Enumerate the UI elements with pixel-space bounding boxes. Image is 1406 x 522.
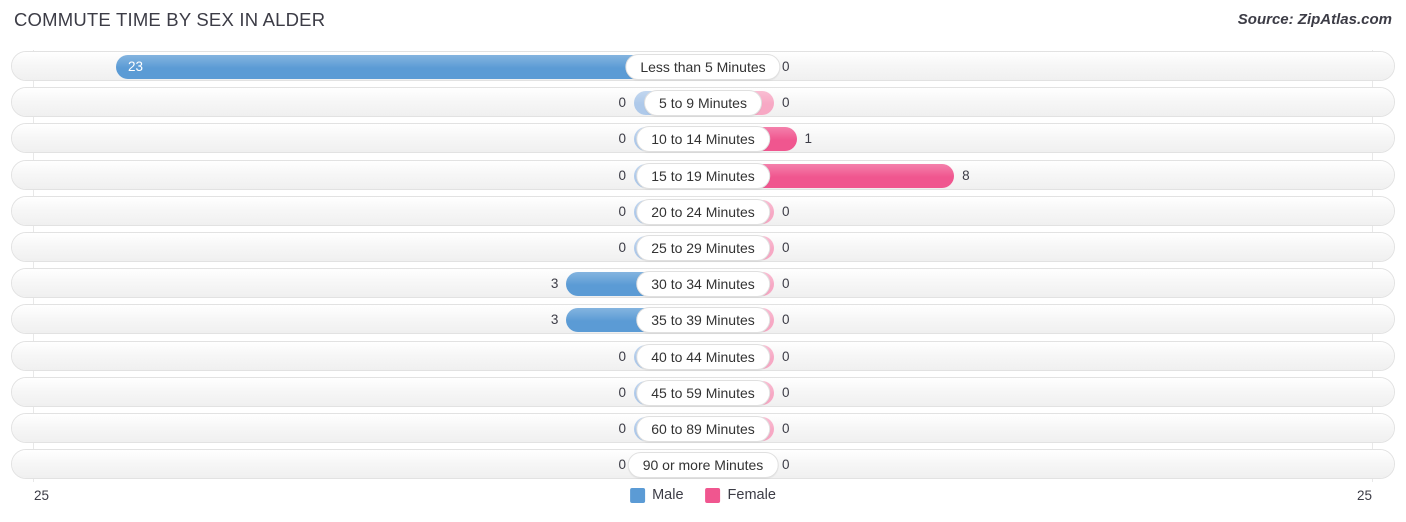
axis-label-right: 25 bbox=[1356, 488, 1372, 503]
value-label-male: 0 bbox=[618, 384, 626, 400]
chart-row: 0 0 45 to 59 Minutes bbox=[11, 376, 1395, 407]
legend-swatch-female-icon bbox=[705, 487, 721, 503]
chart-row: 3 0 35 to 39 Minutes bbox=[11, 304, 1395, 335]
legend-label-male: Male bbox=[652, 487, 684, 503]
value-label-male: 3 bbox=[550, 312, 559, 328]
chart-row: 0 0 90 or more Minutes bbox=[11, 449, 1395, 480]
chart-row: 0 1 10 to 14 Minutes bbox=[11, 123, 1395, 154]
category-label: 10 to 14 Minutes bbox=[636, 126, 770, 153]
value-label-female: 0 bbox=[782, 59, 790, 74]
value-label-male: 0 bbox=[618, 95, 626, 111]
legend-label-female: Female bbox=[727, 487, 776, 503]
chart-row: 0 0 60 to 89 Minutes bbox=[11, 413, 1395, 443]
value-label-female: 0 bbox=[782, 276, 790, 292]
legend-item-female: Female bbox=[705, 487, 776, 503]
page-title: COMMUTE TIME BY SEX IN ALDER bbox=[14, 9, 326, 30]
category-label: 45 to 59 Minutes bbox=[636, 379, 770, 406]
category-label: Less than 5 Minutes bbox=[625, 54, 781, 80]
legend-item-male: Male bbox=[630, 487, 684, 503]
category-label: 35 to 39 Minutes bbox=[636, 307, 770, 334]
value-label-female: 0 bbox=[782, 240, 790, 255]
category-label: 60 to 89 Minutes bbox=[636, 416, 770, 442]
value-label-female: 0 bbox=[782, 203, 790, 219]
value-label-male: 0 bbox=[618, 240, 626, 255]
category-label: 20 to 24 Minutes bbox=[636, 198, 770, 225]
value-label-female: 0 bbox=[782, 457, 790, 473]
value-label-male: 0 bbox=[618, 457, 626, 473]
category-label: 30 to 34 Minutes bbox=[636, 271, 770, 298]
value-label-female: 0 bbox=[782, 312, 790, 328]
bar-male bbox=[116, 55, 704, 79]
chart-row: 0 0 25 to 29 Minutes bbox=[11, 232, 1395, 262]
chart-row: 0 0 40 to 44 Minutes bbox=[11, 340, 1395, 371]
value-label-male: 23 bbox=[128, 59, 144, 74]
value-label-female: 0 bbox=[782, 348, 790, 364]
source-attribution: Source: ZipAtlas.com bbox=[1237, 11, 1392, 28]
value-label-female: 0 bbox=[782, 384, 790, 400]
category-label: 15 to 19 Minutes bbox=[636, 162, 770, 189]
chart-row: 0 0 20 to 24 Minutes bbox=[11, 195, 1395, 226]
value-label-male: 0 bbox=[618, 131, 626, 147]
value-label-female: 0 bbox=[782, 421, 790, 436]
category-label: 25 to 29 Minutes bbox=[636, 235, 770, 261]
chart-page: COMMUTE TIME BY SEX IN ALDER Source: Zip… bbox=[0, 0, 1406, 522]
value-label-female: 0 bbox=[782, 95, 790, 111]
value-label-male: 0 bbox=[618, 421, 626, 436]
value-label-male: 0 bbox=[618, 203, 626, 219]
value-label-male: 0 bbox=[618, 348, 626, 364]
value-label-female: 1 bbox=[804, 131, 813, 147]
axis-label-left: 25 bbox=[34, 488, 50, 503]
chart-row: 23 0 Less than 5 Minutes bbox=[11, 51, 1395, 81]
bar-chart: 23 0 Less than 5 Minutes 0 0 5 to 9 Minutes 0 1… bbox=[0, 50, 1406, 482]
chart-row: 3 0 30 to 34 Minutes bbox=[11, 268, 1395, 299]
chart-row: 0 0 5 to 9 Minutes bbox=[11, 87, 1395, 118]
value-label-male: 0 bbox=[618, 167, 626, 183]
category-label: 90 or more Minutes bbox=[627, 452, 779, 479]
value-label-male: 3 bbox=[550, 276, 559, 292]
value-label-female: 8 bbox=[962, 167, 970, 183]
category-label: 40 to 44 Minutes bbox=[636, 343, 770, 370]
category-label: 5 to 9 Minutes bbox=[644, 90, 762, 117]
legend-swatch-male-icon bbox=[630, 487, 646, 503]
chart-legend: Male Female bbox=[630, 487, 776, 503]
chart-row: 0 8 15 to 19 Minutes bbox=[11, 159, 1395, 190]
